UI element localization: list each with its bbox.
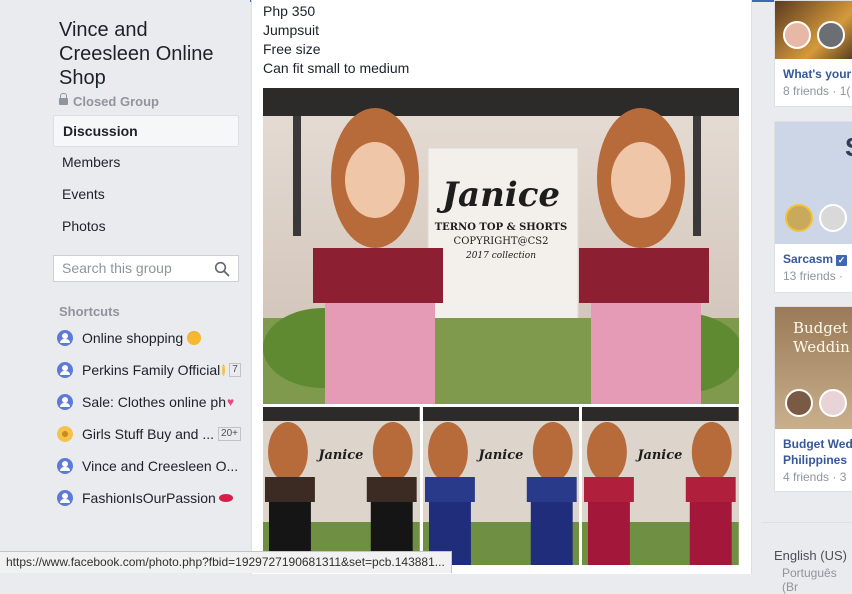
- shortcut-item[interactable]: FashionIsOurPassion: [57, 482, 247, 514]
- suggestion-cover-image: [775, 1, 852, 59]
- thumbnail-name-text: Janice: [635, 448, 683, 463]
- photo-collection-text: 2017 collection: [465, 251, 536, 261]
- cover-text: Budget Weddin: [793, 319, 850, 356]
- shortcut-label: Sale: Clothes online ph: [82, 394, 226, 410]
- nav-item-photos[interactable]: Photos: [53, 211, 239, 243]
- suggestion-cover-image: S: [775, 122, 852, 244]
- flower-icon: [57, 426, 73, 442]
- suggestion-card[interactable]: What's your 8 friends · 1(: [774, 0, 852, 107]
- notification-count-badge: 20+: [218, 427, 241, 441]
- suggestion-title[interactable]: Budget Wed: [783, 437, 852, 451]
- shortcut-label: Girls Stuff Buy and ...: [82, 426, 215, 442]
- group-nav-list: Discussion Members Events Photos: [53, 115, 239, 243]
- lips-emoji-icon: [218, 494, 233, 502]
- shortcut-item[interactable]: Girls Stuff Buy and ... 20+: [57, 418, 247, 450]
- post-photo-thumbnails: Janice Janice Janice: [263, 407, 740, 565]
- photo-copyright-text: COPYRIGHT@CS2: [454, 236, 549, 247]
- group-search-input[interactable]: [62, 260, 207, 276]
- shortcuts-list: Online shopping Perkins Family Official …: [57, 322, 247, 514]
- suggestion-card[interactable]: Budget Weddin Budget Wed Philippines 4 f…: [774, 306, 852, 492]
- group-icon: [57, 458, 73, 474]
- friend-avatar: [819, 204, 847, 232]
- suggestion-friends-count: 4 friends · 3: [783, 470, 847, 484]
- group-icon: [57, 330, 73, 346]
- friend-avatar: [783, 21, 811, 49]
- suggestion-title-text: Sarcasm: [783, 252, 834, 266]
- shortcut-item[interactable]: Vince and Creesleen O...: [57, 450, 247, 482]
- notification-count-badge: 7: [229, 363, 241, 377]
- heart-emoji-icon: ♥: [227, 395, 235, 409]
- browser-status-bar: https://www.facebook.com/photo.php?fbid=…: [0, 551, 452, 573]
- post-main-photo[interactable]: Janice TERNO TOP & SHORTS COPYRIGHT@CS2 …: [263, 88, 739, 404]
- shortcut-label: FashionIsOurPassion: [82, 490, 216, 506]
- product-photo-image: Janice TERNO TOP & SHORTS COPYRIGHT@CS2 …: [263, 88, 739, 404]
- suggestion-card[interactable]: S Sarcasm✓ 13 friends ·: [774, 121, 852, 293]
- suggestion-title-line2[interactable]: Philippines: [783, 453, 847, 467]
- friend-avatar: [817, 21, 845, 49]
- suggestion-friends-count: 8 friends · 1(: [783, 84, 851, 98]
- post-text: Php 350 Jumpsuit Free size Can fit small…: [263, 2, 409, 78]
- photo-thumbnail[interactable]: Janice: [263, 407, 420, 565]
- verified-check-icon: ✓: [836, 255, 848, 266]
- cover-letter-glyph: S: [845, 132, 852, 163]
- photo-caption-text: TERNO TOP & SHORTS: [435, 222, 568, 233]
- photo-thumbnail[interactable]: Janice: [582, 407, 740, 565]
- shortcut-label: Online shopping: [82, 330, 184, 346]
- thumbnail-image: Janice: [582, 407, 740, 565]
- group-icon: [57, 394, 73, 410]
- shortcut-item[interactable]: Perkins Family Official 7: [57, 354, 247, 386]
- thumbnail-image: Janice: [422, 407, 580, 565]
- search-icon[interactable]: [214, 261, 230, 277]
- language-current[interactable]: English (US): [774, 548, 847, 563]
- photo-thumbnail[interactable]: Janice: [422, 407, 580, 565]
- suggestion-title[interactable]: What's your: [783, 67, 851, 81]
- nav-item-discussion[interactable]: Discussion: [53, 115, 239, 147]
- shortcut-item[interactable]: Online shopping: [57, 322, 247, 354]
- suggestion-cover-image: Budget Weddin: [775, 307, 852, 429]
- thumbnail-name-text: Janice: [315, 448, 363, 463]
- left-navigation: Vince and Creesleen Online Shop Closed G…: [0, 0, 250, 574]
- thumbnail-name-text: Janice: [475, 448, 523, 463]
- post-line: Jumpsuit: [263, 22, 320, 38]
- group-icon: [57, 362, 73, 378]
- heart-eyes-emoji-icon: [187, 331, 202, 345]
- nav-item-events[interactable]: Events: [53, 179, 239, 211]
- post-line: Can fit small to medium: [263, 60, 410, 76]
- group-search: [53, 255, 239, 282]
- shortcut-item[interactable]: Sale: Clothes online ph ♥: [57, 386, 247, 418]
- suggestion-friends-count: 13 friends ·: [783, 269, 844, 283]
- friend-avatar: [819, 389, 847, 417]
- language-option[interactable]: Português (Br: [782, 566, 852, 594]
- friend-avatar: [785, 389, 813, 417]
- post-card: Php 350 Jumpsuit Free size Can fit small…: [251, 0, 752, 574]
- shortcut-label: Perkins Family Official: [82, 362, 221, 378]
- shortcuts-heading: Shortcuts: [59, 304, 120, 319]
- photo-name-text: Janice: [436, 175, 560, 215]
- group-icon: [57, 490, 73, 506]
- group-title[interactable]: Vince and Creesleen Online Shop: [59, 18, 239, 90]
- post-line: Php 350: [263, 3, 316, 19]
- friend-avatar: [785, 204, 813, 232]
- lock-icon: [59, 93, 68, 106]
- shortcut-label: Vince and Creesleen O...: [82, 458, 239, 474]
- moon-emoji-icon: [222, 364, 226, 376]
- group-privacy-label: Closed Group: [73, 94, 159, 109]
- nav-item-members[interactable]: Members: [53, 147, 239, 179]
- suggestion-title[interactable]: Sarcasm ✓: [783, 252, 848, 266]
- group-privacy: Closed Group: [59, 93, 159, 109]
- post-line: Free size: [263, 41, 321, 57]
- thumbnail-image: Janice: [263, 407, 420, 565]
